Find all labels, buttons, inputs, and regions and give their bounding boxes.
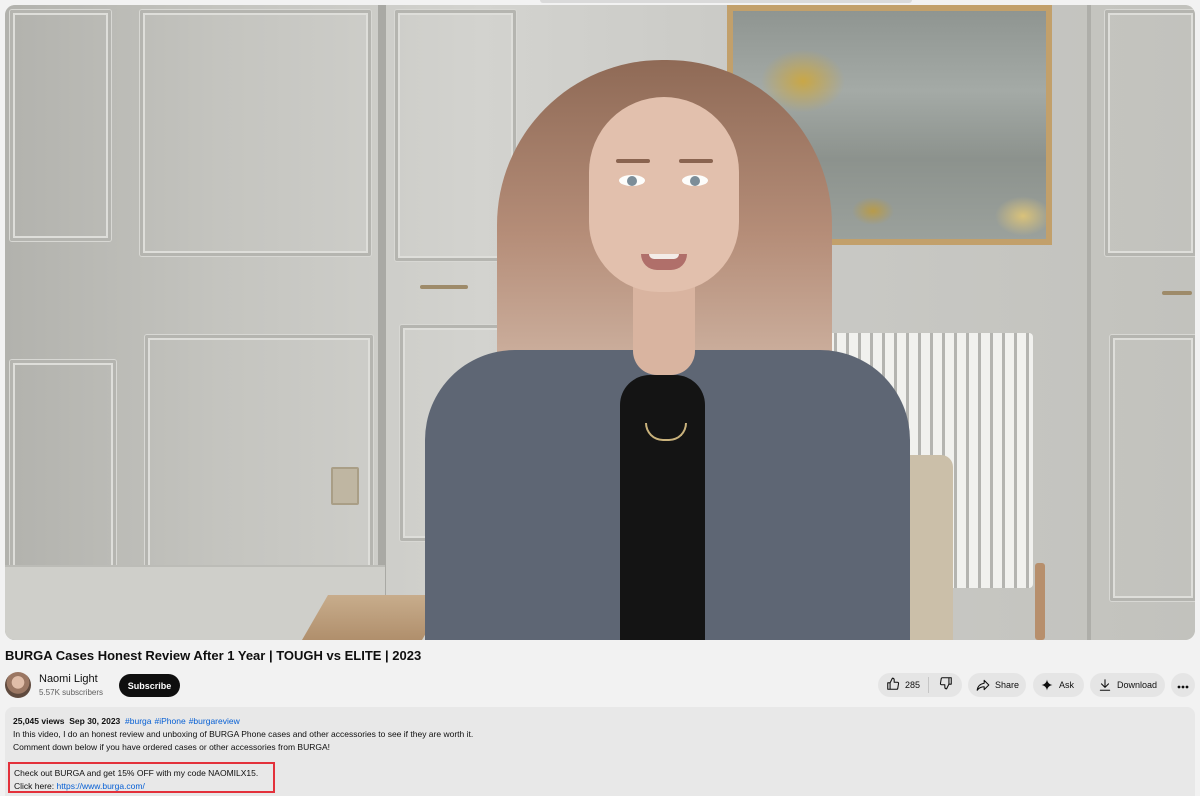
- eyebrow: [616, 159, 650, 163]
- wall-panel: [10, 10, 111, 241]
- thumbs-up-icon: [886, 677, 900, 693]
- more-actions-button[interactable]: [1171, 673, 1195, 697]
- ask-label: Ask: [1059, 680, 1075, 690]
- ask-button[interactable]: Ask: [1033, 673, 1084, 697]
- eye: [682, 175, 708, 186]
- hashtag-link[interactable]: #iPhone: [155, 716, 186, 726]
- like-button[interactable]: 285: [878, 673, 928, 697]
- door-handle: [1162, 291, 1192, 295]
- door-panel: [1110, 335, 1195, 601]
- wall-corner: [378, 5, 386, 640]
- pill-divider: [928, 677, 929, 693]
- share-button[interactable]: Share: [968, 673, 1026, 697]
- sparkle-icon: [1041, 679, 1053, 691]
- promo-highlight-box: Check out BURGA and get 15% OFF with my …: [8, 762, 275, 793]
- channel-name[interactable]: Naomi Light: [39, 673, 98, 685]
- description-box[interactable]: 25,045 views Sep 30, 2023 #burga #iPhone #…: [5, 707, 1195, 796]
- wall-panel: [140, 10, 371, 256]
- description-line: Comment down below if you have ordered c…: [13, 742, 330, 752]
- wall-socket: [331, 467, 359, 505]
- eye: [619, 175, 645, 186]
- share-icon: [976, 678, 990, 692]
- subscribe-button[interactable]: Subscribe: [119, 674, 180, 697]
- download-button[interactable]: Download: [1090, 673, 1165, 697]
- click-here-line: Click here: https://www.burga.com/: [14, 781, 145, 791]
- channel-avatar[interactable]: [5, 672, 31, 698]
- more-icon: [1177, 676, 1189, 694]
- door-handle: [420, 285, 468, 289]
- subscriber-count: 5.57K subscribers: [39, 688, 104, 697]
- video-frame: [5, 5, 1195, 640]
- share-label: Share: [995, 680, 1020, 690]
- person-face: [589, 97, 739, 292]
- top-bar-edge: [540, 0, 912, 3]
- hashtag-link[interactable]: #burga: [125, 716, 151, 726]
- view-count: 25,045 views: [13, 716, 65, 726]
- upload-date: Sep 30, 2023: [69, 716, 121, 726]
- door-gap: [1087, 5, 1091, 640]
- hashtag-link[interactable]: #burgareview: [189, 716, 240, 726]
- burga-link[interactable]: https://www.burga.com/: [57, 781, 145, 791]
- description-meta: 25,045 views Sep 30, 2023 #burga #iPhone #…: [13, 716, 243, 726]
- promo-line: Check out BURGA and get 15% OFF with my …: [14, 768, 259, 778]
- door-panel: [1105, 10, 1195, 256]
- download-icon: [1098, 678, 1112, 692]
- description-line: In this video, I do an honest review and…: [13, 729, 474, 739]
- video-title: BURGA Cases Honest Review After 1 Year |…: [5, 648, 422, 663]
- person-top: [620, 375, 705, 640]
- eyebrow: [679, 159, 713, 163]
- video-player[interactable]: [5, 5, 1195, 640]
- like-count: 285: [905, 680, 921, 690]
- thumbs-down-icon: [939, 676, 953, 695]
- download-label: Download: [1117, 680, 1158, 690]
- mouth: [641, 254, 687, 270]
- click-prefix: Click here:: [14, 781, 57, 791]
- radiator-pipe: [1035, 563, 1045, 640]
- dislike-button[interactable]: [930, 673, 962, 697]
